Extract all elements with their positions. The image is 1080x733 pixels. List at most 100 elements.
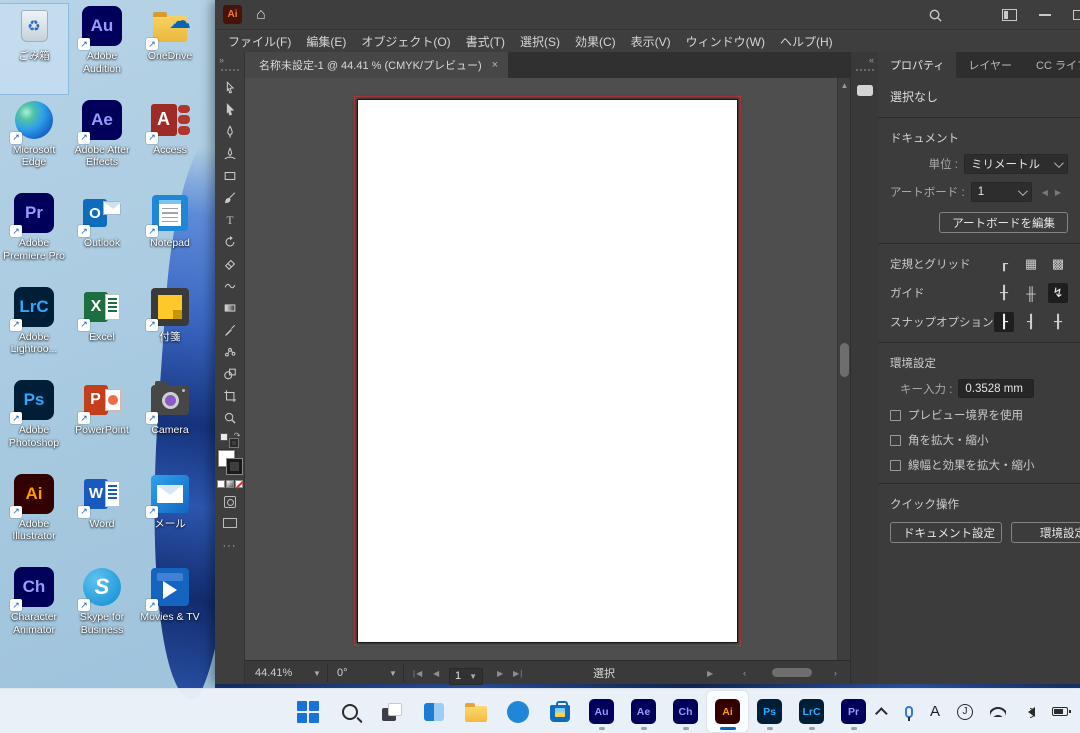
artboard-navigation-select[interactable]: 1 ▼ [449,668,483,685]
prev-artboard-icon[interactable]: ◀ [433,661,440,685]
microsoft-edge-shortcut[interactable]: ↗ Microsoft Edge [0,98,68,188]
artboard[interactable] [357,99,738,643]
artboard-dropdown-icon[interactable]: ▼ [469,672,477,681]
checkbox-1[interactable] [890,435,901,446]
type-tool[interactable]: T [218,209,242,231]
ime-indicator[interactable]: A [930,703,940,720]
audition-taskbar-button[interactable]: Au [581,691,622,732]
shaper-tool[interactable] [218,275,242,297]
paintbrush-tool[interactable] [218,187,242,209]
mail-shortcut[interactable]: ↗ メール [136,472,204,562]
adobe-audition-shortcut[interactable]: Au ↗ Adobe Audition [68,4,136,94]
minimize-button[interactable] [1039,14,1051,16]
screen-mode-icon[interactable] [223,518,237,528]
illustrator-taskbar-button[interactable]: Ai [707,691,748,732]
start-button[interactable] [287,691,328,732]
unit-select[interactable]: ミリメートル [964,154,1068,174]
last-artboard-icon[interactable]: ▶| [513,661,523,685]
guides-show-icon[interactable]: ╂ [994,283,1014,303]
vertical-scrollbar[interactable]: ▲ [837,78,850,660]
eraser-tool[interactable] [218,253,242,275]
character-animator-shortcut[interactable]: Ch ↗ Character Animator [0,565,68,655]
notepad-shortcut[interactable]: ↗ Notepad [136,191,204,281]
eyedropper-tool[interactable] [218,319,242,341]
menu-effect[interactable]: 効果(C) [575,33,616,50]
first-artboard-icon[interactable]: |◀ [413,661,423,685]
scroll-up-icon[interactable]: ▲ [838,78,850,92]
menu-file[interactable]: ファイル(F) [228,33,291,50]
scroll-right-icon[interactable]: › [831,668,840,678]
home-icon[interactable]: ⌂ [256,7,266,23]
scroll-left-icon[interactable]: ‹ [740,668,749,678]
checkbox-0[interactable] [890,410,901,421]
fill-stroke-indicator[interactable] [218,450,242,474]
zoom-tool[interactable] [218,407,242,429]
vertical-scroll-thumb[interactable] [840,343,849,377]
expand-dock-icon[interactable]: » [215,55,224,65]
selection-tool[interactable] [218,77,242,99]
tab-cc-libraries[interactable]: CC ライブラリ [1024,52,1080,78]
movies-tv-shortcut[interactable]: ↗ Movies & TV [136,565,204,655]
symbol-sprayer-tool[interactable] [218,341,242,363]
character-animator-taskbar-button[interactable]: Ch [665,691,706,732]
draw-mode-icon[interactable] [224,496,236,508]
comment-dock-grip[interactable] [856,69,874,71]
adobe-lightroom-shortcut[interactable]: LrC ↗ Adobe Lightroo... [0,285,68,375]
photoshop-taskbar-button[interactable]: Ps [749,691,790,732]
checkbox-2[interactable] [890,460,901,471]
document-tab[interactable]: 名称未設定-1 @ 44.41 % (CMYK/プレビュー) × [245,52,508,78]
tray-app-icon[interactable]: J [957,704,973,720]
key-input-field[interactable]: 0.3528 mm [958,379,1034,398]
hidden-icons-chevron-icon[interactable] [875,707,888,720]
menu-help[interactable]: ヘルプ(H) [780,33,833,50]
store-button[interactable] [539,691,580,732]
horizontal-scroll-thumb[interactable] [772,668,812,677]
outlook-shortcut[interactable]: O ↗ Outlook [68,191,136,281]
word-shortcut[interactable]: W ↗ Word [68,472,136,562]
workspace-switcher-icon[interactable] [965,9,980,21]
tab-close-icon[interactable]: × [492,59,498,71]
grid-icon[interactable]: ▦ [1021,254,1041,274]
pen-tool[interactable] [218,121,242,143]
snap-glyph-icon[interactable]: ┨ [1021,312,1041,332]
gradient-tool[interactable] [218,297,242,319]
preferences-button[interactable]: 環境設定 [1011,522,1080,543]
stroke-swatch[interactable] [227,459,242,474]
volume-icon[interactable] [1023,707,1035,717]
search-icon[interactable] [928,8,943,23]
menu-view[interactable]: 表示(V) [631,33,671,50]
edit-artboards-button[interactable]: アートボードを編集 [939,212,1068,233]
menu-select[interactable]: 選択(S) [520,33,560,50]
arrange-documents-icon[interactable] [1002,9,1017,21]
rotate-tool[interactable] [218,231,242,253]
menu-edit[interactable]: 編集(E) [306,33,346,50]
artboard-tool[interactable] [218,385,242,407]
maximize-button[interactable] [1073,10,1080,20]
tab-layers[interactable]: レイヤー [956,52,1024,78]
skype-for-business-shortcut[interactable]: S ↗ Skype for Business [68,565,136,655]
menu-type[interactable]: 書式(T) [466,33,505,50]
excel-shortcut[interactable]: X ↗ Excel [68,285,136,375]
document-setup-button[interactable]: ドキュメント設定 [890,522,1002,543]
sticky-notes-shortcut[interactable]: ↗ 付箋 [136,285,204,375]
widgets-button[interactable] [413,691,454,732]
guides-lock-icon[interactable]: ╫ [1021,283,1041,303]
shape-builder-tool[interactable] [218,363,242,385]
collapse-dock-icon[interactable]: « [865,55,878,65]
wifi-icon[interactable] [990,707,1006,717]
snap-point-icon[interactable]: ┠ [994,312,1014,332]
premiere-taskbar-button[interactable]: Pr [833,691,874,732]
powerpoint-shortcut[interactable]: P ↗ PowerPoint [68,378,136,468]
edit-toolbar-icon[interactable]: ··· [223,540,237,552]
after-effects-taskbar-button[interactable]: Ae [623,691,664,732]
status-menu-icon[interactable]: ▶ [707,661,714,685]
horizontal-scrollbar[interactable]: ‹ › [740,666,840,679]
guides-construction-icon[interactable]: ↯ [1048,283,1068,303]
zoom-level[interactable]: 44.41% [255,661,292,685]
adobe-illustrator-shortcut[interactable]: Ai ↗ Adobe Illustrator [0,472,68,562]
adobe-photoshop-shortcut[interactable]: Ps ↗ Adobe Photoshop [0,378,68,468]
ruler-icon[interactable]: ┎ [994,254,1014,274]
rotation-value[interactable]: 0° [337,661,348,685]
menu-object[interactable]: オブジェクト(O) [361,33,450,50]
snap-grid-icon[interactable]: ╂ [1048,312,1068,332]
